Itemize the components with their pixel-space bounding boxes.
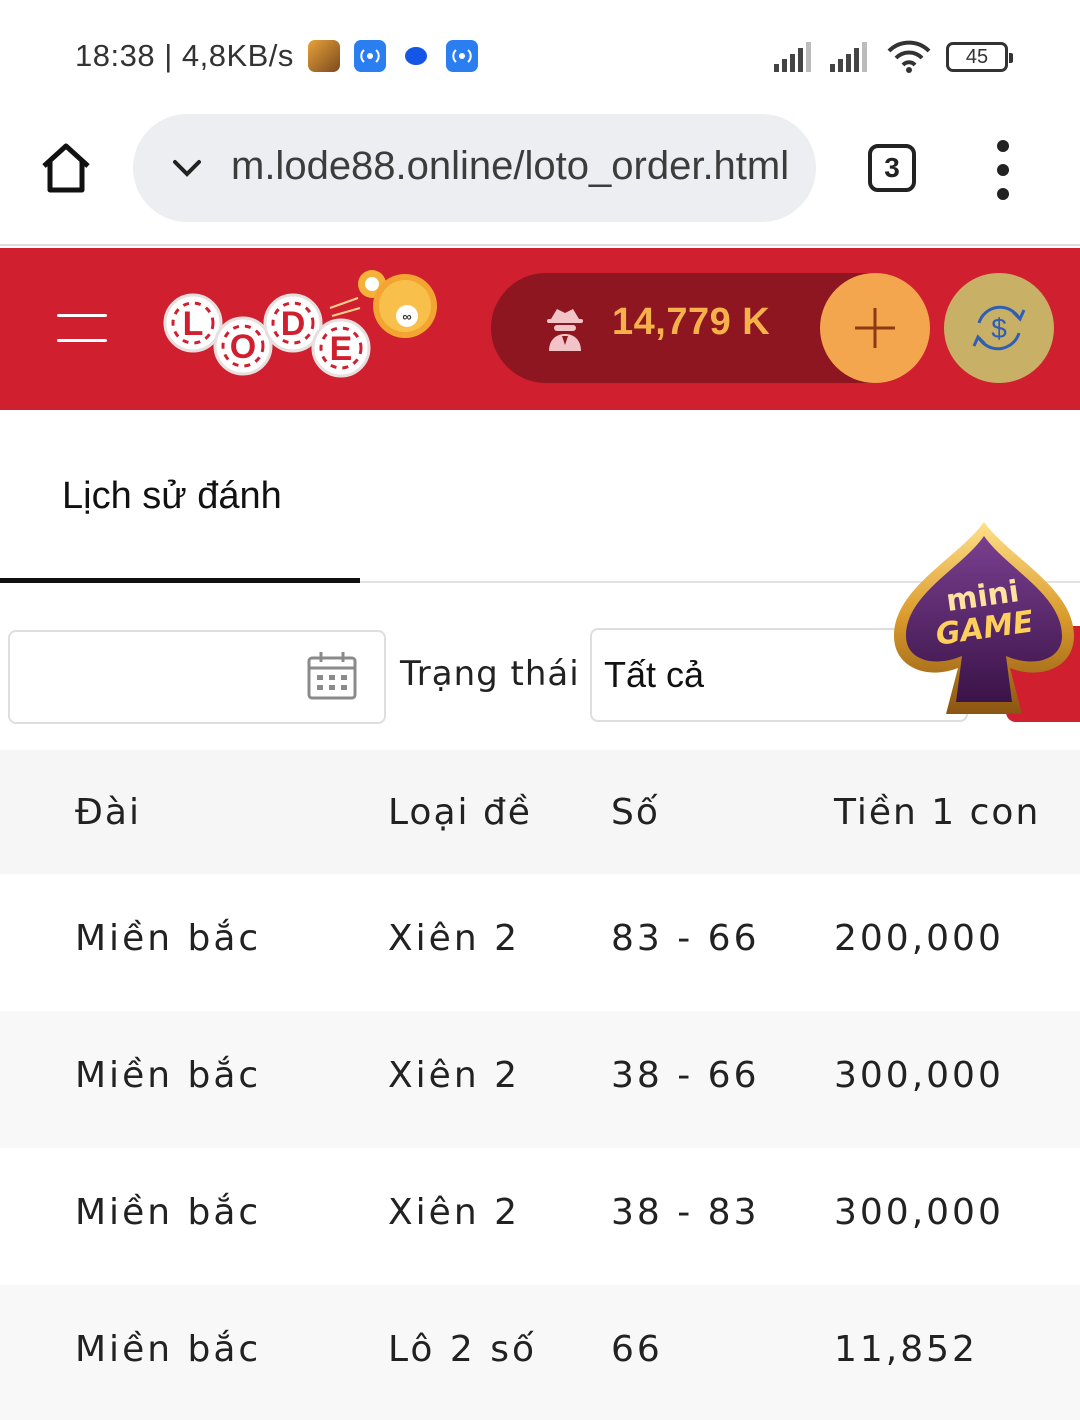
- table-row[interactable]: Miền bắc Xiên 2 38 - 66 300,000: [0, 1011, 1080, 1148]
- battery-icon: 45: [946, 42, 1013, 72]
- exchange-button[interactable]: $: [944, 273, 1054, 383]
- cell-bet-type: Xiên 2: [388, 1192, 520, 1233]
- url-text[interactable]: m.lode88.online/loto_order.html: [231, 144, 796, 189]
- dot: [997, 140, 1009, 152]
- cell-station: Miền bắc: [75, 1192, 262, 1233]
- hotspot-icon: [353, 40, 386, 72]
- system-status-bar: 18:38 | 4,8KB/s 45: [0, 0, 1080, 110]
- status-right: 45: [774, 40, 1013, 74]
- cell-number: 66: [611, 1329, 663, 1370]
- browser-toolbar: m.lode88.online/loto_order.html 3: [0, 110, 1080, 246]
- cell-station: Miền bắc: [75, 1055, 262, 1096]
- wifi-icon: [887, 40, 931, 73]
- tab-bet-history-label: Lịch sử đánh: [62, 475, 282, 517]
- svg-text:∞: ∞: [402, 309, 411, 324]
- chevron-down-icon[interactable]: [169, 150, 205, 186]
- svg-text:D: D: [281, 305, 306, 343]
- cell-bet-type: Xiên 2: [388, 1055, 520, 1096]
- table-row[interactable]: Miền bắc Xiên 2 83 - 66 200,000: [0, 874, 1080, 1011]
- menu-button[interactable]: [57, 314, 107, 342]
- status-filter-label: Trạng thái: [400, 654, 580, 694]
- cell-bet-type: Xiên 2: [388, 918, 520, 959]
- svg-text:$: $: [991, 313, 1007, 344]
- column-header-stake: Tiền 1 con: [834, 792, 1041, 833]
- cell-number: 83 - 66: [611, 918, 760, 959]
- cell-stake: 300,000: [834, 1192, 1004, 1233]
- deposit-button[interactable]: [820, 273, 930, 383]
- app-header: L O D E ∞ 14,779 K $: [0, 248, 1080, 410]
- signal-icon: [774, 42, 811, 72]
- svg-text:L: L: [183, 305, 204, 343]
- mini-game-floating-button[interactable]: mini GAME: [888, 518, 1080, 718]
- signal-icon: [830, 42, 867, 72]
- cell-bet-type: Lô 2 số: [388, 1329, 538, 1370]
- more-menu-button[interactable]: [993, 140, 1013, 200]
- dot: [997, 164, 1009, 176]
- tab-count: 3: [884, 152, 900, 183]
- currency-exchange-icon: $: [972, 305, 1026, 351]
- balance-amount: 14,779 K: [612, 301, 771, 343]
- column-header-station: Đài: [75, 792, 141, 833]
- hotspot-icon: [445, 40, 478, 72]
- table-row[interactable]: Miền bắc Xiên 2 38 - 83 300,000: [0, 1148, 1080, 1285]
- cell-stake: 200,000: [834, 918, 1004, 959]
- spy-user-icon: [547, 309, 583, 351]
- game-app-icon: [307, 40, 340, 72]
- status-left: 18:38 | 4,8KB/s: [75, 38, 478, 74]
- lode-logo[interactable]: L O D E ∞: [160, 268, 450, 388]
- svg-text:O: O: [230, 328, 256, 366]
- status-time-speed: 18:38 | 4,8KB/s: [75, 38, 294, 73]
- cell-station: Miền bắc: [75, 1329, 262, 1370]
- table-row[interactable]: Miền bắc Lô 2 số 66 11,852: [0, 1285, 1080, 1420]
- plus-icon: [855, 308, 895, 348]
- address-bar[interactable]: m.lode88.online/loto_order.html: [133, 114, 816, 222]
- cell-station: Miền bắc: [75, 918, 262, 959]
- calendar-icon[interactable]: [306, 650, 358, 702]
- cell-number: 38 - 66: [611, 1055, 760, 1096]
- home-icon: [42, 143, 90, 193]
- svg-text:E: E: [330, 330, 353, 368]
- cell-number: 38 - 83: [611, 1192, 760, 1233]
- messenger-icon: [400, 40, 432, 72]
- menu-line: [57, 339, 107, 342]
- date-filter-input[interactable]: [8, 630, 386, 724]
- dot: [997, 188, 1009, 200]
- column-header-number: Số: [611, 792, 660, 833]
- column-header-bet-type: Loại đề: [388, 792, 532, 833]
- bet-history-table: Đài Loại đề Số Tiền 1 con Miền bắc Xiên …: [0, 750, 1080, 1420]
- status-filter-value: Tất cả: [604, 654, 705, 695]
- cell-stake: 300,000: [834, 1055, 1004, 1096]
- tab-bet-history[interactable]: Lịch sử đánh: [0, 410, 360, 583]
- table-header-row: Đài Loại đề Số Tiền 1 con: [0, 750, 1080, 874]
- menu-line: [57, 314, 107, 317]
- tab-switcher-button[interactable]: 3: [868, 144, 916, 192]
- cell-stake: 11,852: [834, 1329, 978, 1370]
- battery-level: 45: [965, 45, 989, 68]
- home-button[interactable]: [38, 140, 94, 196]
